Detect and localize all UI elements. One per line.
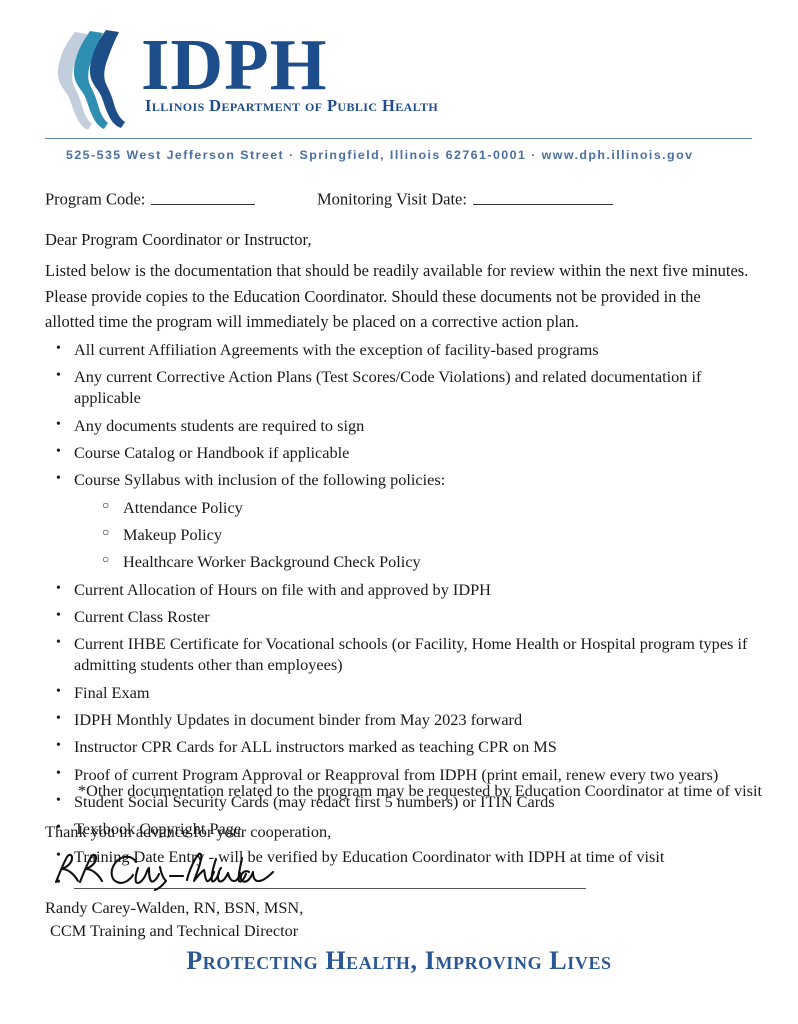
bullet-icon: • [56,683,61,699]
sub-list-item: ○ Attendance Policy [45,498,751,519]
list-item: • All current Affiliation Agreements with… [45,340,751,361]
bullet-icon: • [56,443,61,459]
idph-wordmark: IDPH [141,24,328,105]
list-item-label: Any current Corrective Action Plans (Tes… [74,367,702,408]
visit-date-label: Monitoring Visit Date: [317,189,467,209]
list-item: • Course Syllabus with inclusion of the f… [45,470,751,491]
bullet-icon: • [56,635,61,651]
bullet-icon: • [56,580,61,596]
list-item-label: IDPH Monthly Updates in document binder … [74,710,523,730]
list-item: • Current IHBE Certificate for Vocational… [45,634,751,676]
wordmark-block: IDPH Illinois Department of Public Healt… [141,26,438,116]
closing-line: Thank you in advance for your cooperatio… [45,822,332,841]
agency-name: Illinois Department of Public Health [145,96,439,116]
bullet-icon: • [56,608,61,624]
bullet-icon: • [56,471,61,487]
list-item-label: Any documents students are required to s… [74,415,365,435]
footer-tagline: Protecting Health, Improving Lives [186,946,612,975]
sub-list-item: ○ Makeup Policy [45,525,751,546]
agency-address: 525-535 West Jefferson Street · Springfi… [66,148,694,162]
list-item-label: Course Syllabus with inclusion of the fo… [74,470,446,490]
bullet-icon: • [56,793,61,809]
program-code-label: Program Code: [45,189,146,209]
list-item-label: All current Affiliation Agreements with … [74,340,599,359]
hollow-bullet-icon: ○ [102,497,110,512]
bullet-icon: • [56,738,61,754]
salutation: Dear Program Coordinator or Instructor, [45,230,312,249]
list-item-label: Course Catalog or Handbook if applicable [74,442,350,462]
visit-date-input[interactable] [472,188,613,205]
hollow-bullet-icon: ○ [102,552,110,567]
sub-list-item: ○ Healthcare Worker Background Check Poli… [45,552,751,573]
program-code-field: Program Code: [45,188,256,210]
bullet-icon: • [56,341,61,356]
bullet-icon: • [56,416,61,432]
intro-paragraph: Listed below is the documentation that s… [45,261,749,332]
list-item: • Any current Corrective Action Plans (Te… [45,367,751,409]
letterhead: IDPH Illinois Department of Public Healt… [45,26,755,138]
hollow-bullet-icon: ○ [102,525,110,540]
sub-list-item-label: Makeup Policy [123,525,223,545]
list-item-label: Current Class Roster [74,607,210,627]
list-item-label: Final Exam [74,682,150,702]
bullet-icon: • [56,765,61,781]
program-code-input[interactable] [151,188,256,205]
bullet-icon: • [56,368,61,384]
list-item-label: Current IHBE Certificate for Vocational … [74,634,748,675]
list-item-label: Current Allocation of Hours on file with… [74,579,491,599]
logo-row: IDPH Illinois Department of Public Healt… [45,26,755,134]
signer-title: CCM Training and Technical Director [50,921,299,940]
signer-name: Randy Carey-Walden, RN, BSN, MSN, [45,898,304,917]
list-item: • Current Class Roster [45,607,751,628]
sub-list-item-label: Healthcare Worker Background Check Polic… [123,552,421,572]
list-item: • IDPH Monthly Updates in document binder… [45,710,751,731]
visit-date-field: Monitoring Visit Date: [317,188,613,210]
handwritten-signature-icon [50,846,280,894]
footnote: *Other documentation related to the prog… [78,781,763,800]
sub-list-item-label: Attendance Policy [123,497,243,517]
required-documents-list: • All current Affiliation Agreements with… [45,340,751,902]
illinois-map-logo-icon [45,28,131,134]
list-item: • Course Catalog or Handbook if applicabl… [45,443,751,464]
header-divider [45,138,752,139]
list-item: • Final Exam [45,683,751,704]
list-item-label: Instructor CPR Cards for ALL instructors… [74,737,557,757]
document-page: IDPH Illinois Department of Public Healt… [0,0,798,1024]
bullet-icon: • [56,711,61,727]
list-item: • Instructor CPR Cards for ALL instructor… [45,737,751,758]
list-item: • Current Allocation of Hours on file wit… [45,580,751,601]
list-item: • Any documents students are required to … [45,416,751,437]
